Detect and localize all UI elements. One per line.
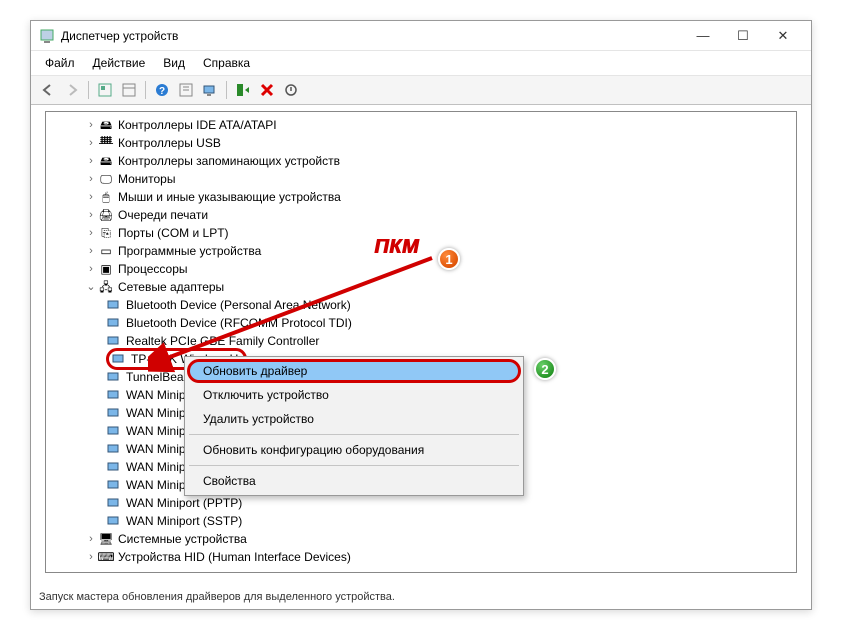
maximize-button[interactable]: ☐ bbox=[723, 22, 763, 50]
device-manager-window: Диспетчер устройств — ☐ ✕ Файл Действие … bbox=[30, 20, 812, 610]
adapter-icon bbox=[111, 351, 127, 367]
scan-hardware-icon[interactable] bbox=[199, 79, 221, 101]
cpu-icon: ▣ bbox=[98, 261, 114, 277]
cm-scan-hardware[interactable]: Обновить конфигурацию оборудования bbox=[187, 438, 521, 462]
menu-action[interactable]: Действие bbox=[85, 53, 154, 73]
adapter-icon bbox=[106, 513, 122, 529]
menu-file[interactable]: Файл bbox=[37, 53, 83, 73]
tb-icon-4[interactable] bbox=[175, 79, 197, 101]
mouse-icon: 🖱 bbox=[98, 189, 114, 205]
adapter-icon bbox=[106, 333, 122, 349]
software-icon: ▭ bbox=[98, 243, 114, 259]
tree-category[interactable]: ›⎘Порты (COM и LPT) bbox=[46, 224, 796, 242]
adapter-icon bbox=[106, 297, 122, 313]
annotation-callout-2: 2 bbox=[534, 358, 556, 380]
tree-category[interactable]: ›🖵Мониторы bbox=[46, 170, 796, 188]
tree-category[interactable]: ›⌨Устройства HID (Human Interface Device… bbox=[46, 548, 796, 566]
svg-text:?: ? bbox=[159, 86, 165, 97]
adapter-icon bbox=[106, 459, 122, 475]
titlebar: Диспетчер устройств — ☐ ✕ bbox=[31, 21, 811, 51]
ports-icon: ⎘ bbox=[98, 225, 114, 241]
tree-category[interactable]: ›🖱Мыши и иные указывающие устройства bbox=[46, 188, 796, 206]
monitor-icon: 🖵 bbox=[98, 171, 114, 187]
tree-category[interactable]: ›▭Программные устройства bbox=[46, 242, 796, 260]
tb-icon-1[interactable] bbox=[94, 79, 116, 101]
app-icon bbox=[39, 28, 55, 44]
window-title: Диспетчер устройств bbox=[61, 29, 683, 43]
uninstall-icon[interactable] bbox=[256, 79, 278, 101]
hid-icon: ⌨ bbox=[98, 549, 114, 565]
storage-icon: 🖴 bbox=[98, 153, 114, 169]
tree-category[interactable]: ›🖥Системные устройства bbox=[46, 530, 796, 548]
adapter-icon bbox=[106, 405, 122, 421]
minimize-button[interactable]: — bbox=[683, 22, 723, 50]
adapter-icon bbox=[106, 369, 122, 385]
menu-help[interactable]: Справка bbox=[195, 53, 258, 73]
update-driver-icon[interactable] bbox=[232, 79, 254, 101]
tb-icon-2[interactable] bbox=[118, 79, 140, 101]
adapter-icon bbox=[106, 315, 122, 331]
back-button[interactable] bbox=[37, 79, 59, 101]
context-menu: Обновить драйвер Отключить устройство Уд… bbox=[184, 356, 524, 496]
ide-icon: 🖴 bbox=[98, 117, 114, 133]
adapter-icon bbox=[106, 477, 122, 493]
cm-update-driver[interactable]: Обновить драйвер bbox=[187, 359, 521, 383]
tree-item[interactable]: WAN Miniport (SSTP) bbox=[46, 512, 796, 530]
close-button[interactable]: ✕ bbox=[763, 22, 803, 50]
usb-icon: ᚙ bbox=[98, 135, 114, 151]
tree-item[interactable]: Bluetooth Device (RFCOMM Protocol TDI) bbox=[46, 314, 796, 332]
adapter-icon bbox=[106, 423, 122, 439]
adapter-icon bbox=[106, 441, 122, 457]
annotation-pkm-label: ПКМ bbox=[374, 236, 419, 259]
printer-icon: 🖨 bbox=[98, 207, 114, 223]
forward-button[interactable] bbox=[61, 79, 83, 101]
adapter-icon bbox=[106, 495, 122, 511]
tree-category[interactable]: ›▣Процессоры bbox=[46, 260, 796, 278]
tree-item[interactable]: WAN Miniport (PPTP) bbox=[46, 494, 796, 512]
cm-separator bbox=[189, 465, 519, 466]
tree-category[interactable]: ›🖴Контроллеры запоминающих устройств bbox=[46, 152, 796, 170]
menubar: Файл Действие Вид Справка bbox=[31, 51, 811, 76]
adapter-icon bbox=[106, 387, 122, 403]
tree-category[interactable]: ›ᚙКонтроллеры USB bbox=[46, 134, 796, 152]
system-icon: 🖥 bbox=[98, 531, 114, 547]
device-tree[interactable]: ›🖴Контроллеры IDE ATA/ATAPI ›ᚙКонтроллер… bbox=[45, 111, 797, 573]
tree-category-network[interactable]: ⌄🖧Сетевые адаптеры bbox=[46, 278, 796, 296]
tree-item[interactable]: Bluetooth Device (Personal Area Network) bbox=[46, 296, 796, 314]
disable-icon[interactable] bbox=[280, 79, 302, 101]
help-icon[interactable]: ? bbox=[151, 79, 173, 101]
cm-separator bbox=[189, 434, 519, 435]
cm-disable[interactable]: Отключить устройство bbox=[187, 383, 521, 407]
network-icon: 🖧 bbox=[98, 279, 114, 295]
statusbar: Запуск мастера обновления драйверов для … bbox=[31, 589, 811, 609]
cm-uninstall[interactable]: Удалить устройство bbox=[187, 407, 521, 431]
cm-properties[interactable]: Свойства bbox=[187, 469, 521, 493]
toolbar: ? bbox=[31, 76, 811, 105]
menu-view[interactable]: Вид bbox=[155, 53, 193, 73]
tree-category[interactable]: ›🖨Очереди печати bbox=[46, 206, 796, 224]
tree-category[interactable]: ›🖴Контроллеры IDE ATA/ATAPI bbox=[46, 116, 796, 134]
annotation-callout-1: 1 bbox=[438, 248, 460, 270]
